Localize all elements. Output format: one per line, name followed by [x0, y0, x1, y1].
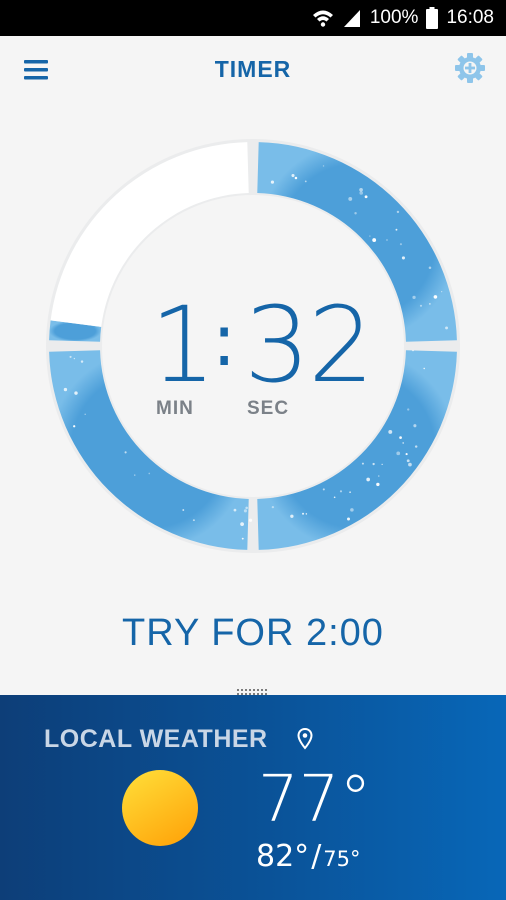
sparkle-dot [406, 459, 410, 463]
sparkle-dot [333, 496, 336, 499]
sparkle-dot [414, 445, 418, 448]
wifi-icon [312, 8, 334, 28]
sparkle-dot [243, 509, 247, 513]
sparkle-dot [399, 436, 402, 440]
sparkle-dot [413, 424, 417, 428]
sparkle-dot [369, 235, 371, 237]
sparkle-dot [302, 512, 305, 515]
sparkle-dot [381, 463, 383, 465]
sparkle-dot [148, 472, 151, 475]
timer-area: 1 : 32 MIN SEC [0, 104, 506, 664]
sparkle-dot [84, 413, 86, 416]
low-temperature: 75° [323, 847, 361, 871]
sparkle-dot [372, 238, 377, 242]
sparkle-dot [248, 518, 253, 522]
sparkle-dot [405, 453, 408, 456]
gear-icon [455, 53, 485, 83]
sparkle-dot [396, 210, 400, 214]
status-bar: 100% 16:08 [0, 0, 506, 36]
drag-handle[interactable] [236, 683, 270, 695]
sparkle-dot [134, 474, 136, 476]
sparkle-dot [240, 522, 244, 526]
time-display: 1 : 32 [0, 290, 506, 400]
battery-icon [426, 7, 439, 29]
sparkle-dot [376, 482, 380, 487]
sparkle-dot [354, 212, 357, 215]
sparkle-dot [402, 442, 404, 444]
seconds-label: SEC [247, 398, 290, 419]
sparkle-dot [291, 174, 295, 178]
signal-icon [342, 8, 362, 28]
sparkle-dot [359, 191, 364, 195]
sparkle-dot [359, 187, 363, 192]
sparkle-dot [350, 508, 354, 512]
sparkle-dot [322, 165, 325, 167]
battery-percent: 100% [369, 7, 419, 28]
sparkle-dot [305, 513, 308, 515]
sparkle-dot [366, 477, 371, 482]
sparkle-dot [271, 505, 275, 509]
high-low-temperature: 82°/75° [256, 839, 361, 874]
sparkle-dot [304, 180, 307, 183]
sparkle-dot [339, 490, 343, 493]
target-duration-label: TRY FOR 2:00 [122, 612, 384, 654]
sparkle-dot [348, 196, 353, 201]
app-bar: TIMER [0, 36, 506, 104]
weather-title: LOCAL WEATHER [44, 725, 268, 753]
sparkle-dot [396, 451, 401, 456]
sparkle-dot [395, 228, 398, 231]
sparkle-dot [182, 509, 185, 511]
sparkle-dot [290, 514, 294, 518]
sparkle-dot [428, 266, 432, 270]
high-temperature: 82° [256, 839, 310, 874]
sparkle-dot [73, 425, 76, 428]
sparkle-dot [347, 517, 351, 521]
sparkle-dot [386, 239, 388, 241]
sparkle-dot [407, 408, 410, 411]
sparkle-dot [322, 488, 325, 491]
sparkle-dot [361, 462, 364, 465]
seconds-value: 32 [244, 284, 374, 406]
sparkle-dot [241, 537, 244, 540]
minutes-label: MIN [156, 398, 194, 419]
temperature-separator: / [311, 839, 322, 874]
sparkle-dot [124, 451, 127, 454]
sparkle-dot [294, 176, 298, 180]
current-temperature: 77° [258, 763, 372, 837]
sparkle-dot [372, 462, 375, 466]
clock: 16:08 [446, 7, 494, 28]
sparkle-dot [233, 508, 237, 512]
sparkle-dot [192, 519, 195, 522]
page-title: TIMER [214, 56, 292, 82]
settings-button[interactable] [452, 50, 488, 86]
sparkle-dot [270, 180, 275, 184]
sparkle-dot [388, 429, 393, 434]
minutes-value: 1 [150, 284, 216, 406]
sparkle-dot [408, 462, 412, 467]
sparkle-dot [401, 256, 406, 260]
sparkle-dot [364, 195, 368, 199]
weather-panel[interactable]: LOCAL WEATHER 77° 82°/75° [0, 695, 506, 900]
sparkle-dot [349, 491, 351, 493]
time-colon: : [212, 298, 237, 382]
location-pin-icon[interactable] [297, 728, 313, 750]
sparkle-dot [378, 475, 380, 477]
sun-icon [122, 770, 198, 846]
sparkle-dot [245, 506, 248, 510]
sparkle-dot [399, 243, 402, 246]
